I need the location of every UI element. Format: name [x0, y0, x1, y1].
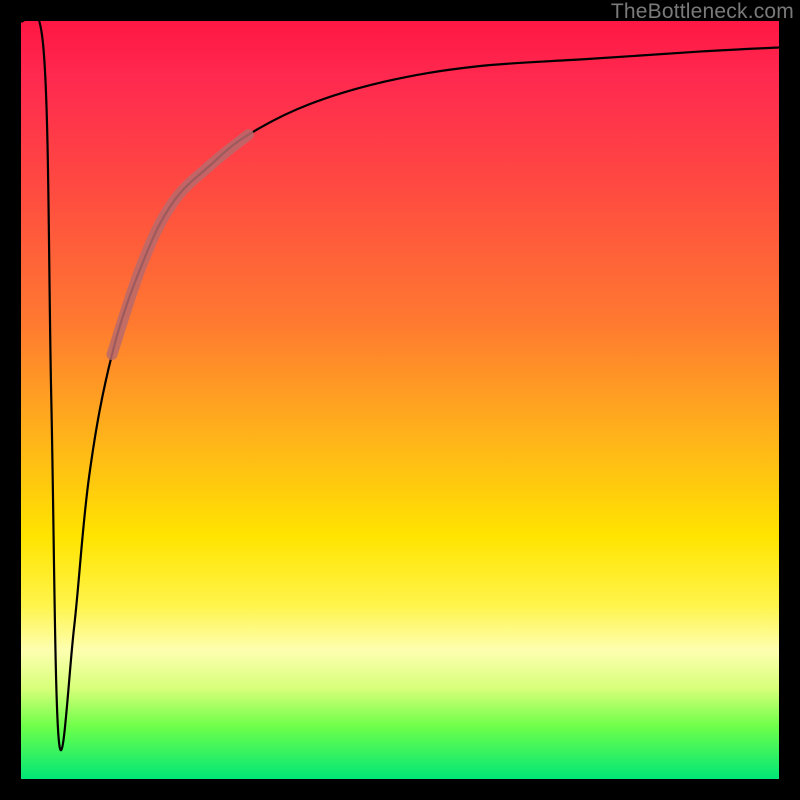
- plot-area: [21, 21, 779, 779]
- bottleneck-curve: [21, 12, 779, 750]
- curve-layer: [21, 21, 779, 779]
- chart-frame: TheBottleneck.com: [0, 0, 800, 800]
- curve-highlight: [112, 135, 248, 355]
